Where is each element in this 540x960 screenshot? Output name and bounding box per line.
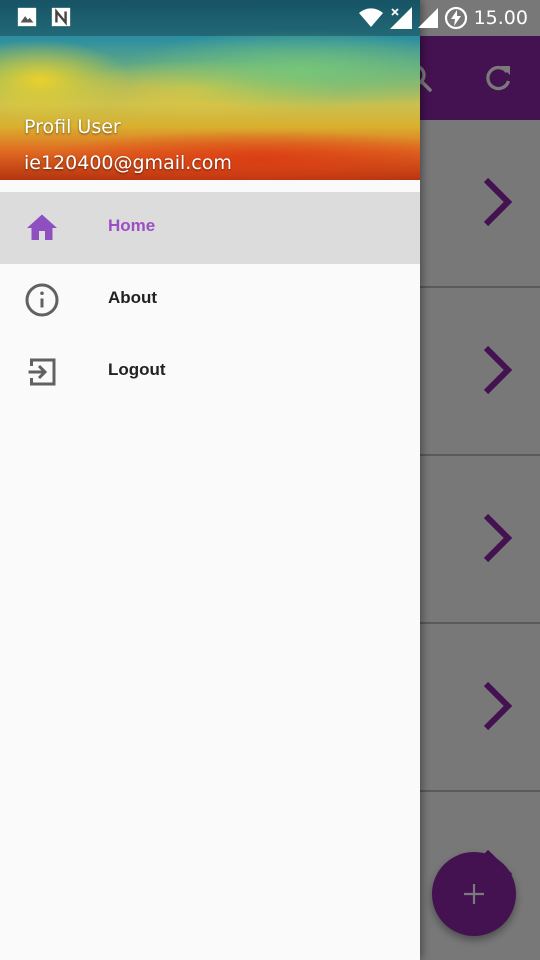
status-bar: 15.00 <box>0 0 540 36</box>
menu-item-label: Home <box>108 216 156 235</box>
wifi-icon <box>358 8 383 27</box>
profile-email: ie120400@gmail.com <box>24 152 232 174</box>
menu-item-home[interactable]: Home <box>0 192 420 264</box>
menu-item-label: Logout <box>108 360 166 379</box>
exit-icon <box>28 358 56 386</box>
home-icon <box>27 214 57 240</box>
signal-no-data-icon <box>389 7 412 29</box>
navigation-drawer: Profil User ie120400@gmail.com Home Abou… <box>0 0 420 960</box>
menu-item-about[interactable]: About <box>0 264 420 336</box>
info-icon <box>25 283 59 317</box>
profile-name: Profil User <box>24 116 121 138</box>
n-notification-icon <box>51 7 71 27</box>
status-time: 15.00 <box>473 7 528 29</box>
signal-icon <box>417 8 438 28</box>
menu-item-logout[interactable]: Logout <box>0 336 420 408</box>
battery-charging-icon <box>444 6 467 30</box>
image-icon <box>17 7 37 27</box>
drawer-menu: Home About Logout <box>0 192 420 408</box>
menu-item-label: About <box>108 288 158 307</box>
